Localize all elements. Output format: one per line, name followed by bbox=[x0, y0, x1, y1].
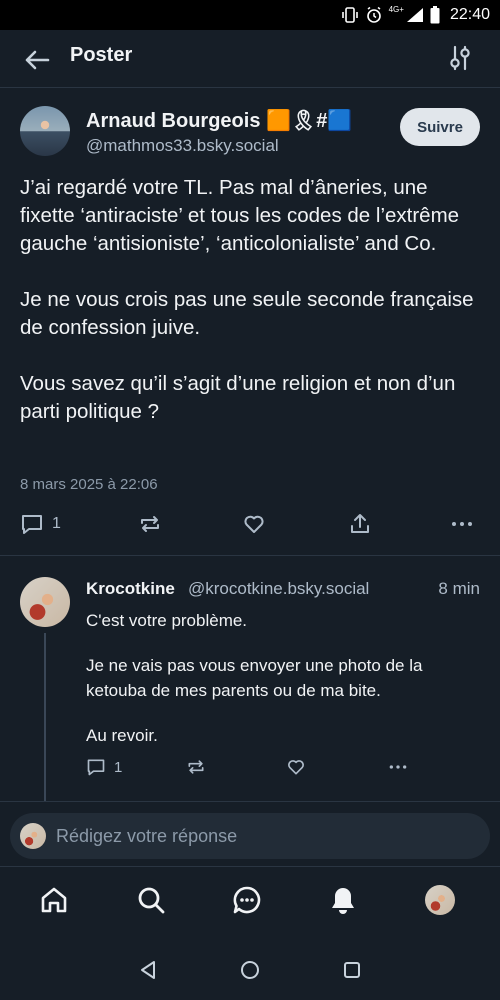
author-avatar[interactable] bbox=[20, 106, 70, 156]
reply-button[interactable]: 1 bbox=[20, 512, 61, 536]
heart-icon bbox=[244, 515, 264, 533]
reply-icon bbox=[22, 515, 42, 534]
reply-author-name[interactable]: Krocotkine bbox=[86, 579, 175, 599]
post-paragraph: Je ne vous crois pas une seule seconde f… bbox=[20, 288, 474, 339]
reply-reply-count: 1 bbox=[114, 758, 123, 776]
home-icon bbox=[41, 887, 67, 913]
reply-post[interactable]: Krocotkine @krocotkine.bsky.social 8 min… bbox=[0, 557, 500, 802]
main-post: Arnaud Bourgeois 🟧🎗#🟦 @mathmos33.bsky.so… bbox=[0, 88, 500, 556]
search-icon bbox=[138, 887, 165, 914]
network-type: 4G+ bbox=[388, 4, 404, 14]
status-bar: 4G+ 22:40 bbox=[0, 0, 500, 30]
system-navigation bbox=[0, 932, 500, 1000]
clock: 22:40 bbox=[449, 6, 490, 23]
reply-repost-button[interactable] bbox=[186, 757, 206, 777]
system-back-button[interactable] bbox=[136, 958, 160, 982]
thread-line bbox=[44, 633, 46, 801]
post-text: J’ai regardé votre TL. Pas mal d’âneries… bbox=[20, 174, 482, 454]
status-icons: 4G+ 22:40 bbox=[341, 5, 490, 25]
page-title: Poster bbox=[70, 44, 133, 66]
post-actions: 1 bbox=[20, 512, 480, 540]
square-recents-icon bbox=[344, 962, 360, 978]
nav-notifications[interactable] bbox=[326, 883, 360, 917]
reply-reply-button[interactable]: 1 bbox=[86, 757, 122, 777]
battery-icon bbox=[430, 6, 440, 24]
reply-paragraph: C'est votre problème. bbox=[86, 611, 248, 630]
follow-button[interactable]: Suivre bbox=[400, 108, 480, 146]
top-bar: Poster bbox=[0, 30, 500, 88]
heart-icon bbox=[288, 760, 304, 775]
bottom-navigation bbox=[0, 866, 500, 932]
alarm-icon bbox=[366, 6, 381, 23]
more-dots-icon bbox=[389, 765, 407, 769]
vibrate-icon bbox=[341, 7, 358, 23]
reply-like-button[interactable] bbox=[286, 757, 306, 777]
system-recents-button[interactable] bbox=[340, 958, 364, 982]
my-avatar bbox=[20, 823, 46, 849]
more-options-button[interactable] bbox=[450, 512, 474, 536]
post-date: 8 mars 2025 à 22:06 bbox=[20, 476, 158, 493]
post-paragraph: Vous savez qu’il s’agit d’une religion e… bbox=[20, 372, 456, 423]
sliders-icon bbox=[450, 45, 470, 71]
share-icon bbox=[351, 514, 369, 533]
reply-paragraph: Je ne vais pas vous envoyer une photo de… bbox=[86, 656, 423, 700]
composer-placeholder: Rédigez votre réponse bbox=[56, 826, 238, 846]
reply-author-handle[interactable]: @krocotkine.bsky.social bbox=[188, 579, 369, 599]
reply-text: C'est votre problème. Je ne vais pas vou… bbox=[86, 608, 486, 768]
reply-icon bbox=[87, 759, 105, 776]
repost-icon bbox=[141, 516, 159, 532]
reply-more-options-button[interactable] bbox=[388, 757, 408, 777]
reply-time: 8 min bbox=[438, 579, 480, 598]
reply-composer[interactable]: Rédigez votre réponse bbox=[10, 813, 490, 859]
author-handle[interactable]: @mathmos33.bsky.social bbox=[86, 136, 279, 156]
share-button[interactable] bbox=[348, 512, 372, 536]
post-paragraph: J’ai regardé votre TL. Pas mal d’âneries… bbox=[20, 176, 460, 255]
repost-button[interactable] bbox=[138, 512, 162, 536]
author-name[interactable]: Arnaud Bourgeois 🟧🎗#🟦 bbox=[86, 108, 352, 133]
reply-count: 1 bbox=[52, 515, 61, 532]
triangle-back-icon bbox=[141, 961, 155, 979]
back-button[interactable] bbox=[22, 45, 52, 75]
repost-icon bbox=[188, 760, 204, 774]
arrow-left-icon bbox=[25, 50, 50, 70]
circle-home-icon bbox=[241, 961, 259, 979]
nav-home[interactable] bbox=[37, 883, 71, 917]
like-button[interactable] bbox=[242, 512, 266, 536]
chat-icon bbox=[233, 886, 261, 914]
reply-actions: 1 bbox=[86, 757, 416, 781]
system-home-button[interactable] bbox=[238, 958, 262, 982]
bell-icon bbox=[332, 888, 354, 914]
reply-paragraph: Au revoir. bbox=[86, 726, 158, 745]
nav-search[interactable] bbox=[134, 883, 168, 917]
thread-settings-button[interactable] bbox=[446, 43, 474, 73]
signal-icon bbox=[406, 8, 423, 22]
more-dots-icon bbox=[452, 522, 472, 526]
nav-profile[interactable] bbox=[423, 883, 457, 917]
reply-author-avatar[interactable] bbox=[20, 577, 70, 627]
profile-avatar bbox=[425, 885, 455, 915]
nav-chat[interactable] bbox=[230, 883, 264, 917]
